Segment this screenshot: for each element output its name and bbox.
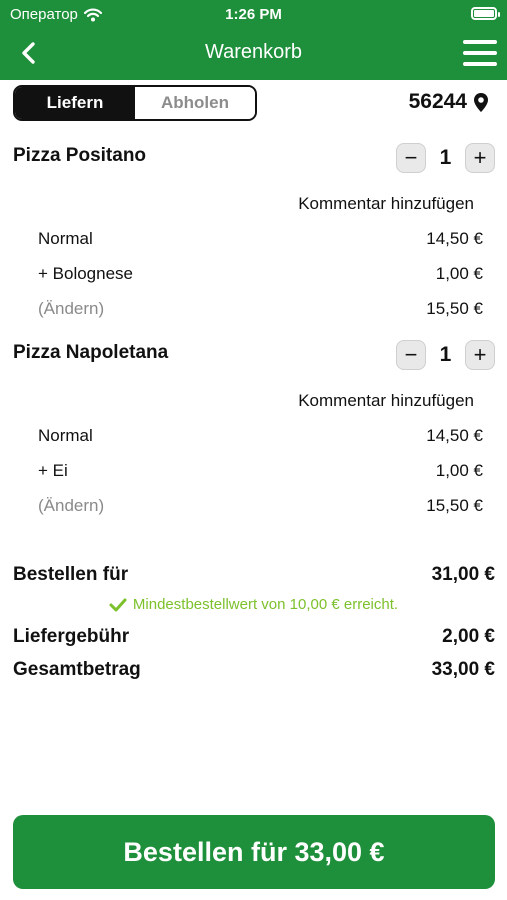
quantity-value: 1 (439, 343, 452, 366)
change-item-link[interactable]: (Ändern) (38, 299, 104, 318)
delivery-fee-label: Liefergebühr (13, 626, 130, 647)
page-title: Warenkorb (204, 41, 303, 63)
size-row: Normal 14,50 € (38, 426, 483, 446)
cart-item-name: Pizza Positano (13, 145, 147, 166)
minimum-order-note: Mindestbestellwert von 10,00 € erreicht. (0, 596, 507, 613)
item-total-row: (Ändern) 15,50 € (38, 496, 483, 516)
quantity-stepper: − 1 + (396, 340, 495, 372)
decrease-quantity-button[interactable]: − (396, 340, 426, 370)
status-bar: Оператор 1:26 PM (0, 0, 507, 28)
extra-label: + Ei (38, 461, 68, 480)
extra-row: + Ei 1,00 € (38, 461, 483, 481)
extra-price: 1,00 € (435, 264, 483, 283)
place-order-button[interactable]: Bestellen für 33,00 € (13, 815, 495, 889)
hamburger-menu-icon[interactable] (463, 40, 497, 66)
subtotal-label: Bestellen für (13, 564, 129, 585)
size-price: 14,50 € (426, 426, 483, 445)
increase-quantity-button[interactable]: + (465, 143, 495, 173)
size-label: Normal (38, 426, 93, 445)
size-label: Normal (38, 229, 93, 248)
minimum-order-text: Mindestbestellwert von 10,00 € erreicht. (132, 596, 399, 613)
add-comment-link[interactable]: Kommentar hinzufügen (298, 194, 474, 214)
battery-icon (471, 7, 500, 20)
item-total: 15,50 € (426, 299, 483, 318)
quantity-value: 1 (439, 146, 452, 169)
tab-deliver[interactable]: Liefern (15, 87, 135, 119)
navigation-bar: Warenkorb (0, 28, 507, 78)
delivery-fee-value: 2,00 € (442, 626, 495, 647)
quantity-stepper: − 1 + (396, 143, 495, 175)
extra-label: + Bolognese (38, 264, 133, 283)
total-value: 33,00 € (431, 659, 495, 680)
total-label: Gesamtbetrag (13, 659, 141, 680)
subtotal-value: 31,00 € (431, 564, 495, 585)
tab-pickup[interactable]: Abholen (135, 87, 255, 119)
subtotal-row: Bestellen für 31,00 € (13, 564, 495, 586)
add-comment-link[interactable]: Kommentar hinzufügen (298, 391, 474, 411)
delivery-fee-row: Liefergebühr 2,00 € (13, 626, 495, 648)
total-row: Gesamtbetrag 33,00 € (13, 659, 495, 681)
location-pin-icon (474, 92, 488, 112)
change-item-link[interactable]: (Ändern) (38, 496, 104, 515)
status-time: 1:26 PM (225, 6, 282, 23)
extra-price: 1,00 € (435, 461, 483, 480)
location-selector[interactable]: 56244 (409, 90, 489, 114)
app-header: Оператор 1:26 PM Warenkorb (0, 0, 507, 80)
zip-code: 56244 (408, 90, 467, 113)
cart-item-name: Pizza Napoletana (13, 342, 169, 363)
extra-row: + Bolognese 1,00 € (38, 264, 483, 284)
delivery-mode-toggle: Liefern Abholen (13, 85, 257, 121)
checkmark-icon (109, 598, 127, 611)
size-price: 14,50 € (426, 229, 483, 248)
decrease-quantity-button[interactable]: − (396, 143, 426, 173)
increase-quantity-button[interactable]: + (465, 340, 495, 370)
item-total-row: (Ändern) 15,50 € (38, 299, 483, 319)
size-row: Normal 14,50 € (38, 229, 483, 249)
item-total: 15,50 € (426, 496, 483, 515)
